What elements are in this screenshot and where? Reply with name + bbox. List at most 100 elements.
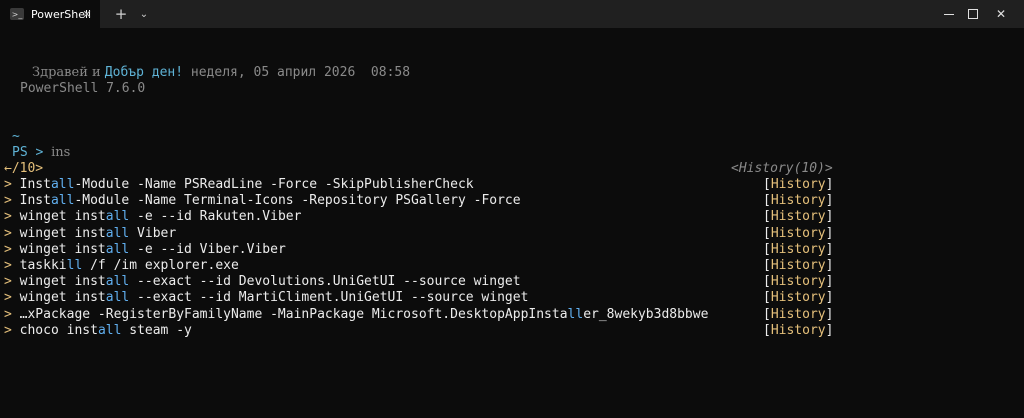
prompt-ps: PS > [12, 145, 44, 160]
history-tag: [History] [763, 209, 833, 225]
history-item[interactable]: > …xPackage -RegisterByFamilyName -MainP… [4, 307, 708, 323]
history-tag-close: ] [825, 274, 834, 290]
history-tag-text: History [770, 322, 826, 338]
history-tag-text: History [770, 177, 826, 192]
history-pointer: > [4, 193, 12, 209]
history-tag-close: ] [825, 225, 834, 241]
history-tag-open: [ [763, 177, 771, 192]
history-text-pre: winget inst [19, 209, 106, 225]
history-match: all [50, 193, 75, 209]
history-pointer: > [4, 258, 12, 273]
history-tag-text: History [770, 209, 826, 225]
prompt-path: ~ [12, 129, 20, 144]
history-tag: [History] [763, 242, 833, 258]
history-pointer: > [4, 225, 12, 241]
history-pager: ←/10> [4, 161, 44, 176]
history-pointer: > [4, 290, 12, 306]
chevron-down-icon[interactable]: ⌄ [136, 5, 152, 23]
history-tag-close: ] [825, 177, 834, 192]
history-tag-close: ] [825, 241, 834, 257]
history-pointer: > [4, 306, 12, 322]
history-text-post: -Module -Name PSReadLine -Force -SkipPub… [74, 177, 474, 192]
history-tag: [History] [763, 193, 833, 209]
history-text-post: --exact --id Devolutions.UniGetUI --sour… [129, 274, 521, 290]
history-match: all [50, 177, 75, 192]
history-tag-open: [ [763, 274, 771, 290]
history-tag-close: ] [825, 258, 834, 273]
history-tag-close: ] [825, 322, 834, 338]
history-text-pre: Inst [19, 193, 51, 209]
history-pointer: > [4, 209, 12, 225]
history-tag-open: [ [763, 322, 771, 338]
history-match: all [97, 322, 122, 338]
tab-powershell[interactable]: >_ PowerShell ✕ [0, 0, 100, 28]
close-icon: ✕ [995, 7, 1007, 21]
history-match: ll [567, 306, 584, 322]
history-tag-text: History [770, 290, 826, 306]
version-line: PowerShell 7.6.0 [20, 81, 146, 96]
history-tag-open: [ [763, 209, 771, 225]
history-tag-close: ] [825, 209, 834, 225]
history-item[interactable]: > winget install --exact --id MartiClime… [4, 290, 528, 306]
history-text-pre: winget inst [19, 225, 106, 241]
history-tag-open: [ [763, 306, 771, 322]
history-item[interactable]: > winget install -e --id Viber.Viber [4, 242, 286, 258]
history-text-pre: winget inst [19, 290, 106, 306]
history-text-pre: Inst [19, 177, 51, 192]
history-item[interactable]: > winget install Viber [4, 226, 176, 242]
history-pointer: > [4, 241, 12, 257]
history-tag-open: [ [763, 225, 771, 241]
history-text-pre: choco inst [19, 322, 98, 338]
history-tag-close: ] [825, 193, 834, 209]
prompt-line[interactable]: PS > ins [12, 145, 70, 161]
history-tag-text: History [770, 258, 826, 273]
history-text-pre: taskki [19, 258, 67, 273]
history-tag: [History] [763, 290, 833, 306]
powershell-icon: >_ [10, 8, 24, 20]
history-tag: [History] [763, 323, 833, 339]
history-tag-text: History [770, 306, 826, 322]
history-tag: [History] [763, 307, 833, 323]
history-tag-open: [ [763, 193, 771, 209]
history-tag-open: [ [763, 241, 771, 257]
history-item[interactable]: > Install-Module -Name Terminal-Icons -R… [4, 193, 521, 209]
history-tag-open: [ [763, 258, 771, 273]
history-text-post: /f /im explorer.exe [82, 258, 239, 273]
greeting-line: Здравей и Добър ден! неделя, 05 април 20… [32, 65, 410, 81]
terminal-output[interactable]: Здравей и Добър ден! неделя, 05 април 20… [0, 28, 1024, 418]
history-tag: [History] [763, 177, 833, 193]
history-item[interactable]: > Install-Module -Name PSReadLine -Force… [4, 177, 474, 193]
history-text-pre: winget inst [19, 241, 106, 257]
maximize-icon [968, 9, 978, 19]
history-tag-open: [ [763, 290, 771, 306]
history-item[interactable]: > taskkill /f /im explorer.exe [4, 258, 239, 274]
prompt-input[interactable]: ins [51, 145, 70, 160]
history-pointer: > [4, 274, 12, 290]
history-header: <History(10)> [731, 161, 833, 176]
history-match: all [105, 274, 130, 290]
new-tab-button[interactable]: + [112, 5, 130, 23]
history-item[interactable]: > winget install -e --id Rakuten.Viber [4, 209, 301, 225]
title-bar: >_ PowerShell ✕ + ⌄ ✕ [0, 0, 1024, 28]
greeting-prefix: Здравей и [32, 65, 105, 80]
tab-close-icon[interactable]: ✕ [80, 7, 94, 21]
history-text-post: Viber [129, 225, 177, 241]
greeting-date: неделя, 05 април 2026 08:58 [183, 65, 411, 80]
history-text-post: -e --id Viber.Viber [129, 241, 286, 257]
history-text-pre: winget inst [19, 274, 106, 290]
close-button[interactable]: ✕ [978, 0, 1024, 28]
history-tag-close: ] [825, 290, 834, 306]
history-pointer: > [4, 322, 12, 338]
history-tag: [History] [763, 226, 833, 242]
history-item[interactable]: > winget install --exact --id Devolution… [4, 274, 521, 290]
history-match: all [105, 290, 130, 306]
history-item[interactable]: > choco install steam -y [4, 323, 192, 339]
history-tag-close: ] [825, 306, 834, 322]
history-tag: [History] [763, 258, 833, 274]
terminal-window: >_ PowerShell ✕ + ⌄ ✕ Здравей и Добър де… [0, 0, 1024, 418]
history-match: all [105, 225, 130, 241]
greeting-highlight: Добър ден! [104, 65, 184, 80]
history-text-post: steam -y [121, 322, 192, 338]
history-tag: [History] [763, 274, 833, 290]
history-text-pre: …xPackage -RegisterByFamilyName -MainPac… [19, 306, 568, 322]
